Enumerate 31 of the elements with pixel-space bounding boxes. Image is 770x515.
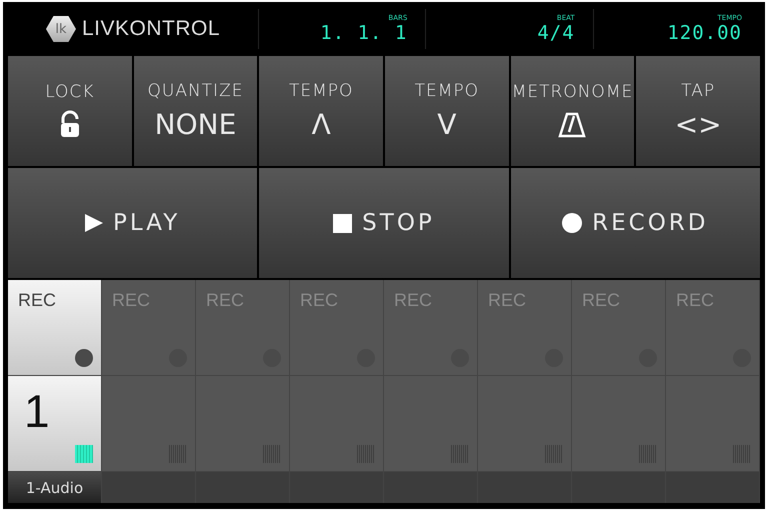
control-button[interactable]: TEMPO V — [384, 56, 509, 166]
transport-button[interactable]: RECORD — [510, 168, 760, 278]
record-icon — [562, 213, 582, 233]
track-name: 1-Audio — [8, 472, 101, 503]
metronome-icon — [557, 110, 588, 140]
control-button[interactable]: TAP <> — [636, 56, 760, 166]
stop-icon — [333, 214, 352, 232]
clip-slot[interactable] — [196, 376, 289, 472]
transport-button[interactable]: STOP — [259, 168, 509, 278]
clip-slot[interactable] — [384, 376, 477, 472]
control-button[interactable]: TEMPO Λ — [259, 56, 383, 166]
control-button[interactable]: LOCK — [8, 56, 132, 166]
clip-slot[interactable] — [666, 376, 759, 472]
clip-slot[interactable] — [290, 376, 383, 472]
readout-value: 1. 1. 1 — [320, 22, 408, 44]
clip-bars-icon — [75, 445, 93, 463]
control-button[interactable]: QUANTIZE NONE — [134, 56, 258, 166]
play-icon — [85, 213, 104, 233]
unlocked-padlock-icon — [58, 110, 81, 140]
record-arm-button[interactable]: REC — [8, 280, 101, 376]
record-dot-icon — [75, 349, 93, 367]
clip-slot[interactable] — [572, 376, 665, 472]
control-button[interactable]: METRONOME — [510, 56, 634, 166]
app-logo-text: LIVKONTROL — [82, 17, 220, 41]
clip-slot[interactable] — [102, 376, 195, 472]
readout-value: 120.00 — [667, 22, 742, 44]
clip-slot[interactable] — [478, 376, 571, 472]
readout-value: 4/4 — [537, 22, 575, 44]
transport-button[interactable]: PLAY — [8, 168, 258, 278]
logo-icon: lk — [46, 16, 76, 42]
clip-slot[interactable]: 1 — [8, 376, 101, 472]
